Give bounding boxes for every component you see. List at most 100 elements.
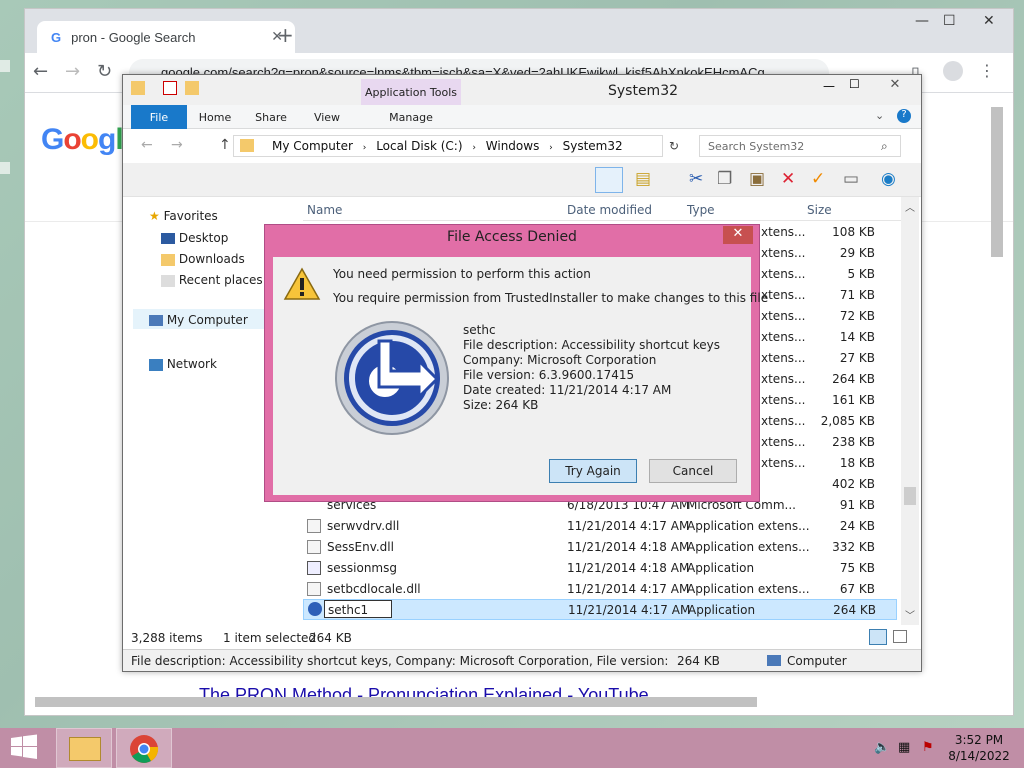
tab-file[interactable]: File: [131, 105, 187, 129]
new-folder-icon[interactable]: [185, 81, 199, 95]
breadcrumb-system32[interactable]: System32: [563, 139, 623, 153]
file-details-location: Computer: [787, 654, 847, 668]
taskbar-file-explorer[interactable]: [56, 728, 112, 768]
breadcrumb-windows[interactable]: Windows: [486, 139, 540, 153]
desktop-icon[interactable]: [0, 60, 10, 72]
checkmark-icon[interactable]: ✓: [811, 169, 825, 189]
back-icon[interactable]: ←: [33, 61, 48, 82]
copy-icon[interactable]: ❐: [717, 169, 732, 189]
file-access-denied-dialog: File Access Denied ✕ You need permission…: [264, 224, 768, 502]
maximize-icon[interactable]: ☐: [849, 77, 860, 91]
minimize-icon[interactable]: —: [823, 79, 835, 93]
nav-desktop[interactable]: Desktop: [161, 231, 228, 245]
action-center-icon[interactable]: ⚑: [922, 740, 934, 755]
taskbar-chrome[interactable]: [116, 728, 172, 768]
file-list-scrollbar[interactable]: ︿ ﹀: [901, 197, 919, 625]
nav-network[interactable]: Network: [149, 357, 217, 371]
scroll-down-icon[interactable]: ﹀: [905, 607, 915, 622]
row-size: 402 KB: [832, 477, 875, 491]
file-explorer-icon: [69, 737, 101, 761]
tab-title: pron - Google Search: [71, 29, 196, 45]
accessibility-icon: [308, 602, 322, 616]
dialog-message-primary: You need permission to perform this acti…: [333, 267, 591, 281]
selection-size: 264 KB: [309, 631, 352, 645]
file-company: Company: Microsoft Corporation: [463, 353, 657, 367]
file-details: File description: Accessibility shortcut…: [131, 654, 671, 668]
rename-icon[interactable]: ▭: [843, 169, 859, 189]
table-row-selected[interactable]: sethc1 11/21/2014 4:17 AM Application 26…: [303, 599, 897, 620]
network-icon: [149, 358, 163, 371]
up-icon[interactable]: ↑: [219, 137, 231, 153]
nav-my-computer[interactable]: My Computer: [133, 309, 281, 329]
folder-options-icon[interactable]: ▤: [635, 169, 651, 189]
new-tab-button[interactable]: +: [277, 23, 294, 47]
breadcrumb-my-computer[interactable]: My Computer: [272, 139, 353, 153]
row-size: 108 KB: [832, 225, 875, 239]
rename-input[interactable]: sethc1: [324, 600, 392, 618]
row-type: xtens...: [761, 435, 806, 449]
tab-share[interactable]: Share: [247, 105, 295, 129]
file-description: File description: Accessibility shortcut…: [463, 338, 720, 352]
dialog-close-button[interactable]: ✕: [723, 226, 753, 244]
reload-icon[interactable]: ↻: [97, 61, 112, 82]
nav-recent-places[interactable]: Recent places: [161, 273, 263, 287]
column-size[interactable]: Size: [807, 203, 832, 217]
details-view-icon[interactable]: [869, 629, 887, 645]
table-row[interactable]: serwvdrv.dll 11/21/2014 4:17 AM Applicat…: [303, 516, 897, 537]
column-date-modified[interactable]: Date modified: [567, 203, 652, 217]
row-size: 161 KB: [832, 393, 875, 407]
folder-icon: [240, 139, 254, 152]
tab-view[interactable]: View: [303, 105, 351, 129]
scroll-up-icon[interactable]: ︿: [905, 199, 915, 214]
google-logo[interactable]: Googl: [41, 123, 124, 157]
tab-manage[interactable]: Manage: [363, 105, 459, 129]
desktop-icon[interactable]: [0, 162, 10, 174]
chevron-down-icon[interactable]: ⌄: [875, 109, 884, 122]
network-tray-icon[interactable]: ▦: [898, 740, 910, 755]
scroll-thumb[interactable]: [904, 487, 916, 505]
browser-tab[interactable]: G pron - Google Search ✕: [37, 21, 295, 53]
vertical-scrollbar[interactable]: [991, 107, 1003, 257]
profile-avatar[interactable]: [943, 61, 963, 81]
horizontal-scrollbar[interactable]: [35, 697, 757, 707]
refresh-icon[interactable]: ↻: [669, 139, 679, 153]
search-icon: ⌕: [881, 139, 888, 153]
try-again-button[interactable]: Try Again: [549, 459, 637, 483]
help-icon[interactable]: ?: [897, 109, 911, 123]
forward-icon[interactable]: →: [171, 137, 183, 153]
close-icon[interactable]: ✕: [983, 13, 995, 29]
nav-favorites[interactable]: ★ Favorites: [149, 209, 218, 223]
properties-icon[interactable]: [163, 81, 177, 95]
column-name[interactable]: Name: [307, 203, 342, 217]
start-button[interactable]: [0, 728, 48, 768]
folder-icon: [131, 81, 145, 95]
search-input[interactable]: Search System32: [699, 135, 901, 157]
delete-icon[interactable]: ✕: [781, 169, 795, 189]
paste-icon[interactable]: ▣: [749, 169, 765, 189]
tab-home[interactable]: Home: [191, 105, 239, 129]
breadcrumb-local-disk[interactable]: Local Disk (C:): [376, 139, 462, 153]
close-icon[interactable]: ✕: [875, 77, 915, 95]
clock-time: 3:52 PM: [954, 733, 1004, 747]
column-type[interactable]: Type: [687, 203, 715, 217]
row-size: 238 KB: [832, 435, 875, 449]
minimize-icon[interactable]: —: [915, 13, 929, 29]
view-pane-icon[interactable]: [595, 167, 623, 193]
cut-icon[interactable]: ✂: [689, 169, 703, 189]
clock[interactable]: 3:52 PM 8/14/2022: [944, 732, 1014, 764]
forward-icon[interactable]: →: [65, 61, 80, 82]
volume-muted-icon[interactable]: 🔈: [874, 740, 890, 755]
globe-icon[interactable]: ◉: [881, 169, 896, 189]
table-row[interactable]: sessionmsg 11/21/2014 4:18 AM Applicatio…: [303, 558, 897, 579]
cancel-button[interactable]: Cancel: [649, 459, 737, 483]
table-row[interactable]: SessEnv.dll 11/21/2014 4:18 AM Applicati…: [303, 537, 897, 558]
nav-downloads[interactable]: Downloads: [161, 252, 245, 266]
dialog-title: File Access Denied: [447, 229, 577, 245]
menu-icon[interactable]: ⋮: [979, 61, 995, 80]
details-bar: File description: Accessibility shortcut…: [123, 649, 921, 671]
back-icon[interactable]: ←: [141, 137, 153, 153]
breadcrumb[interactable]: My Computer › Local Disk (C:) › Windows …: [233, 135, 663, 157]
large-icons-view-icon[interactable]: [893, 630, 907, 643]
table-row[interactable]: setbcdlocale.dll 11/21/2014 4:17 AM Appl…: [303, 579, 897, 600]
maximize-icon[interactable]: ☐: [943, 13, 956, 29]
